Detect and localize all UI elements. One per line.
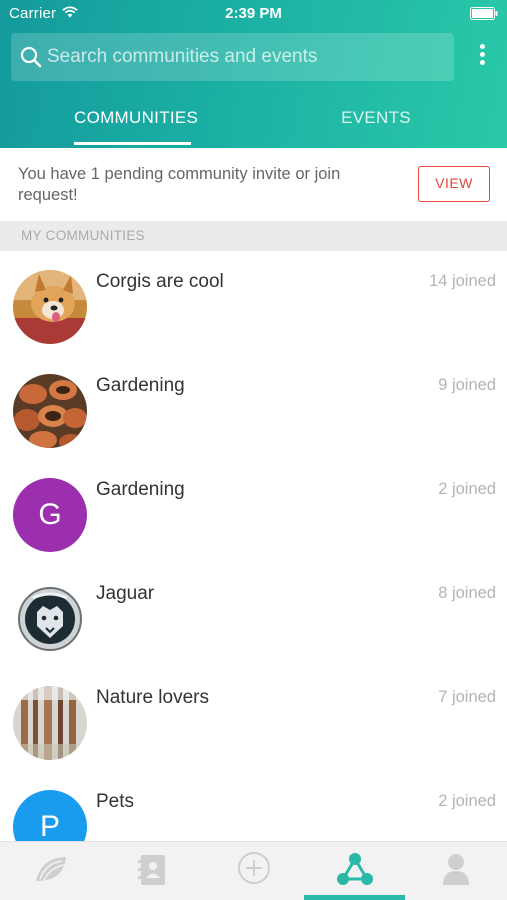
community-name: Pets <box>96 791 135 812</box>
tabbar-item-contacts[interactable] <box>101 842 202 900</box>
community-joined-count: 9 joined <box>438 376 496 394</box>
battery-icon <box>470 7 498 20</box>
community-name: Gardening <box>96 375 185 396</box>
tabbar-item-communities[interactable] <box>304 842 405 900</box>
tabbar-item-profile[interactable] <box>405 842 506 900</box>
community-row[interactable]: Corgis are cool 14 joined <box>0 251 507 355</box>
bottom-tab-bar <box>0 841 507 900</box>
community-name: Jaguar <box>96 583 155 604</box>
jaguar-logo-icon <box>13 582 87 656</box>
tab-events[interactable]: EVENTS <box>318 108 434 144</box>
community-name: Nature lovers <box>96 687 209 708</box>
community-joined-count: 2 joined <box>438 792 496 810</box>
community-name: Corgis are cool <box>96 271 224 292</box>
community-joined-count: 8 joined <box>438 584 496 602</box>
search-placeholder[interactable]: Search communities and events <box>47 46 317 68</box>
tabbar-item-create[interactable] <box>203 842 304 900</box>
community-joined-count: 7 joined <box>438 688 496 706</box>
search-box[interactable]: Search communities and events <box>11 33 454 81</box>
profile-icon <box>442 854 469 885</box>
community-avatar-letter: G <box>13 478 87 552</box>
community-row[interactable]: Gardening 9 joined <box>0 355 507 459</box>
add-circle-icon <box>237 852 270 884</box>
active-tab-indicator <box>74 142 191 145</box>
pending-invite-text: You have 1 pending community invite or j… <box>18 165 341 204</box>
tabbar-item-home[interactable] <box>0 842 101 900</box>
active-tab-indicator <box>304 895 405 900</box>
communities-network-icon <box>336 853 373 885</box>
view-invites-button[interactable]: VIEW <box>418 166 490 202</box>
community-row[interactable]: G Gardening 2 joined <box>0 459 507 563</box>
community-avatar-photo <box>13 270 87 344</box>
app-header: Carrier 2:39 PM Search communities and e… <box>0 0 507 148</box>
melon-icon <box>35 857 66 881</box>
search-icon <box>20 46 42 68</box>
community-name: Gardening <box>96 479 185 500</box>
more-options-icon[interactable] <box>475 44 489 70</box>
my-communities-header: MY COMMUNITIES <box>0 221 507 251</box>
community-joined-count: 2 joined <box>438 480 496 498</box>
community-row[interactable]: Nature lovers 7 joined <box>0 667 507 771</box>
pending-invite-banner: You have 1 pending community invite or j… <box>0 148 507 221</box>
community-avatar-photo <box>13 374 87 448</box>
community-joined-count: 14 joined <box>429 272 496 290</box>
tab-communities[interactable]: COMMUNITIES <box>74 108 198 144</box>
contacts-book-icon <box>137 855 165 885</box>
community-avatar-photo <box>13 686 87 760</box>
status-bar: Carrier 2:39 PM <box>0 0 507 28</box>
community-row[interactable]: Jaguar 8 joined <box>0 563 507 667</box>
status-time: 2:39 PM <box>225 5 282 22</box>
